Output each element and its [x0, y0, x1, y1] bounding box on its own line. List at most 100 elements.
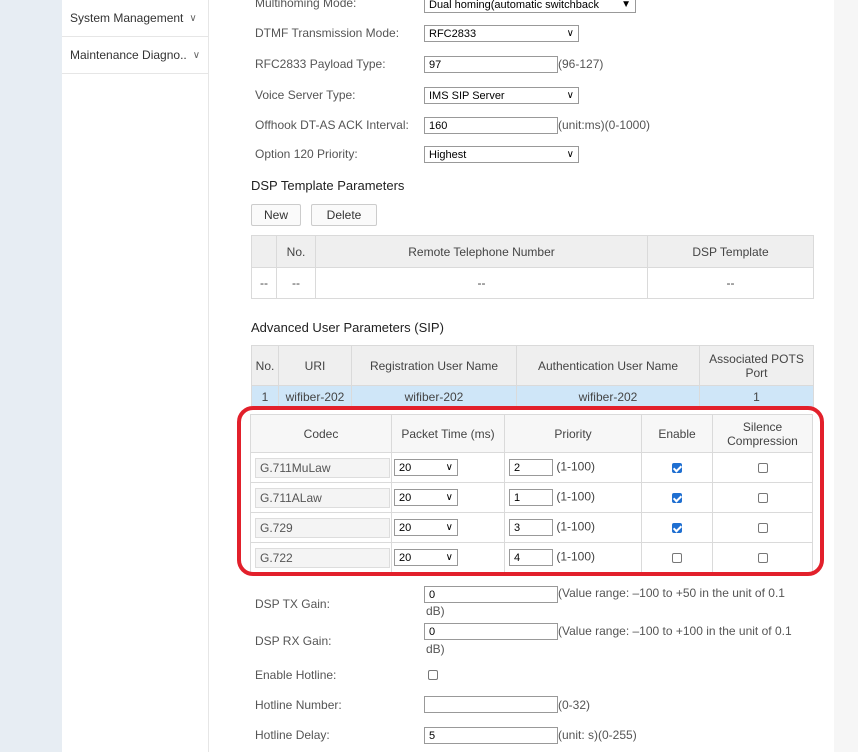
sidebar: System Management ∨ Maintenance Diagno..…	[62, 0, 209, 752]
option-value: Highest	[429, 148, 467, 161]
rx-gain-label: DSP RX Gain:	[255, 634, 332, 648]
priority-input[interactable]: 3	[509, 519, 553, 536]
advanced-table: No. URI Registration User Name Authentic…	[251, 345, 814, 408]
sidebar-item-label: System Management	[70, 11, 184, 25]
column-header: No.	[276, 235, 316, 268]
codec-name: G.711ALaw	[255, 487, 390, 508]
enable-checkbox[interactable]	[672, 523, 682, 534]
codec-name: G.722	[255, 547, 390, 568]
voice-label: Voice Server Type:	[255, 88, 356, 102]
dtmf-select[interactable]: RFC2833 ∨	[424, 25, 579, 42]
chevron-down-icon: ∨	[445, 492, 453, 503]
column-header: Codec	[250, 414, 392, 453]
option-label: Option 120 Priority:	[255, 147, 358, 161]
enable-hotline-checkbox[interactable]	[428, 670, 438, 680]
column-header: Authentication User Name	[516, 345, 700, 386]
voice-select[interactable]: IMS SIP Server ∨	[424, 87, 579, 104]
packet-time-value: 20	[399, 461, 412, 474]
column-header: Silence Compression	[712, 414, 813, 453]
offhook-hint: (unit:ms)(0-1000)	[558, 118, 651, 132]
table-cell: --	[276, 267, 316, 299]
packet-time-select[interactable]: 20 ∨	[394, 489, 458, 506]
sidebar-item-system-management[interactable]: System Management ∨	[62, 0, 208, 37]
priority-range: (1-100)	[556, 549, 596, 564]
column-header: Enable	[641, 414, 713, 453]
rx-gain-input[interactable]: 0	[424, 623, 558, 640]
packet-time-value: 20	[399, 491, 412, 504]
hotline-number-label: Hotline Number:	[255, 698, 342, 712]
multihoming-value: Dual homing(automatic switchback	[429, 0, 599, 11]
packet-time-select[interactable]: 20 ∨	[394, 459, 458, 476]
sidebar-item-maintenance[interactable]: Maintenance Diagno.. ∨	[62, 37, 208, 74]
main-content: Multihoming Mode: Dual homing(automatic …	[208, 0, 834, 752]
hotline-delay-hint: (unit: s)(0-255)	[558, 728, 637, 742]
offhook-label: Offhook DT-AS ACK Interval:	[255, 118, 409, 132]
dsp-template-table: No. Remote Telephone Number DSP Template…	[251, 235, 814, 299]
column-header: Registration User Name	[351, 345, 517, 386]
tx-gain-label: DSP TX Gain:	[255, 597, 330, 611]
silence-checkbox[interactable]	[757, 463, 768, 474]
table-row-selected[interactable]: 1 wifiber-202 wifiber-202 wifiber-202 1	[251, 385, 814, 408]
dtmf-value: RFC2833	[429, 27, 477, 40]
rfc-input[interactable]: 97	[424, 56, 558, 73]
voice-value: IMS SIP Server	[429, 89, 505, 102]
chevron-down-icon: ▼	[621, 0, 631, 10]
chevron-down-icon: ∨	[566, 28, 574, 39]
table-cell: --	[251, 267, 277, 299]
enable-checkbox[interactable]	[672, 493, 682, 504]
chevron-down-icon: ∨	[189, 12, 197, 24]
packet-time-select[interactable]: 20 ∨	[394, 549, 458, 566]
table-cell: 1	[251, 385, 279, 408]
chevron-down-icon: ∨	[192, 49, 201, 61]
silence-checkbox[interactable]	[757, 493, 768, 504]
table-cell: wifiber-202	[278, 385, 352, 408]
codec-name: G.711MuLaw	[255, 457, 390, 478]
column-header: URI	[278, 345, 352, 386]
enable-checkbox[interactable]	[672, 463, 682, 474]
table-row: G.711MuLaw 20 ∨ 2 (1-100)	[250, 452, 813, 483]
chevron-down-icon: ∨	[445, 522, 453, 533]
table-row[interactable]: -- -- -- --	[251, 267, 814, 299]
hotline-delay-label: Hotline Delay:	[255, 728, 330, 742]
tx-gain-hint: (Value range: –100 to +50 in the unit of…	[558, 586, 785, 600]
column-header: Remote Telephone Number	[315, 235, 648, 268]
right-background	[834, 0, 858, 752]
chevron-down-icon: ∨	[445, 552, 453, 563]
new-button[interactable]: New	[251, 204, 301, 226]
option-select[interactable]: Highest ∨	[424, 146, 579, 163]
priority-range: (1-100)	[556, 459, 596, 474]
priority-input[interactable]: 1	[509, 489, 553, 506]
packet-time-select[interactable]: 20 ∨	[394, 519, 458, 536]
sidebar-item-label: Maintenance Diagno..	[70, 48, 187, 62]
codec-name: G.729	[255, 517, 390, 538]
enable-hotline-label: Enable Hotline:	[255, 668, 337, 682]
chevron-down-icon: ∨	[566, 149, 574, 160]
tx-gain-unit: dB)	[426, 604, 445, 618]
priority-input[interactable]: 4	[509, 549, 553, 566]
silence-checkbox[interactable]	[757, 523, 768, 534]
priority-range: (1-100)	[556, 519, 596, 534]
tx-gain-input[interactable]: 0	[424, 586, 558, 603]
chevron-down-icon: ∨	[566, 90, 574, 101]
hotline-number-hint: (0-32)	[558, 698, 591, 712]
column-header: DSP Template	[647, 235, 814, 268]
dsp-template-title: DSP Template Parameters	[251, 178, 405, 193]
delete-button[interactable]: Delete	[311, 204, 377, 226]
table-cell: --	[647, 267, 814, 299]
hotline-number-input[interactable]	[424, 696, 558, 713]
column-header: Packet Time (ms)	[391, 414, 505, 453]
table-row: G.722 20 ∨ 4 (1-100)	[250, 542, 813, 573]
priority-input[interactable]: 2	[509, 459, 553, 476]
column-header: Associated POTS Port	[699, 345, 814, 386]
enable-checkbox[interactable]	[672, 553, 682, 564]
hotline-delay-input[interactable]: 5	[424, 727, 558, 744]
rfc-hint: (96-127)	[558, 57, 604, 71]
column-header	[251, 235, 277, 268]
offhook-input[interactable]: 160	[424, 117, 558, 134]
multihoming-select[interactable]: Dual homing(automatic switchback ▼	[424, 0, 636, 13]
silence-checkbox[interactable]	[757, 553, 768, 564]
packet-time-value: 20	[399, 521, 412, 534]
table-cell: 1	[699, 385, 814, 408]
left-background	[0, 0, 62, 752]
column-header: No.	[251, 345, 279, 386]
